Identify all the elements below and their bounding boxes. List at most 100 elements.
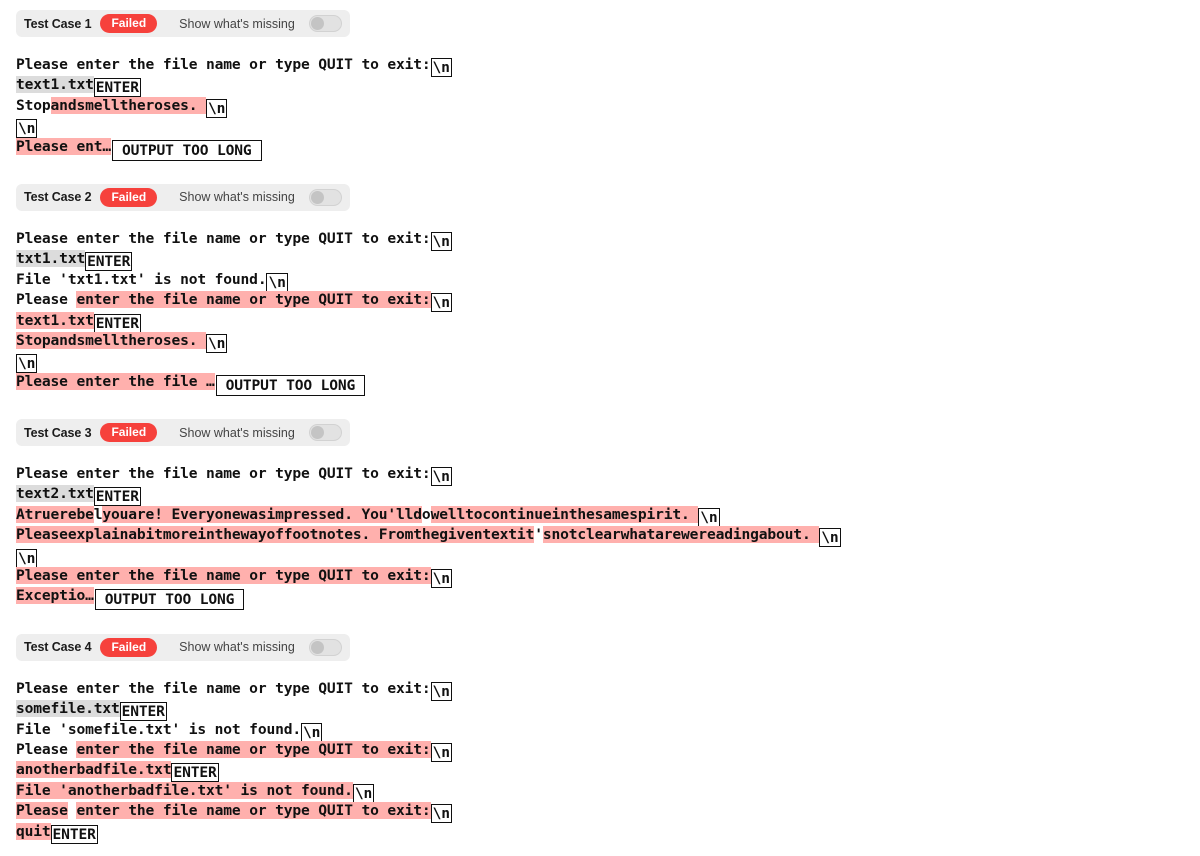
- console-output: Please enter the file name or type QUIT …: [16, 464, 1200, 611]
- missing-highlight: Please enter the file …: [16, 372, 215, 390]
- output-line: Pleaseexplainabitmoreinthewayoffootnotes…: [16, 525, 1200, 548]
- missing-highlight: enter the file name or: [76, 740, 276, 758]
- output-text: Please enter the file name or type QUIT …: [16, 56, 431, 73]
- missing-highlight: type QUIT to: [275, 291, 388, 309]
- output-line: Please enter the file name or type QUIT …: [16, 740, 1200, 762]
- missing-highlight: anotherbadfile.txt: [16, 761, 172, 779]
- output-text: Please enter the file name or type QUIT …: [16, 679, 431, 697]
- missing-highlight: type QUIT to: [275, 740, 388, 758]
- user-input-text: somefile.txt: [16, 700, 120, 718]
- test-cases-list: Test Case 1 Failed Show what's missing Plea…: [0, 10, 1200, 856]
- missing-highlight: well: [430, 505, 466, 523]
- test-case-title: Test Case 3: [24, 425, 92, 440]
- show-whats-missing-label: Show what's missing: [179, 425, 295, 440]
- test-case-block: Test Case 2 Failed Show what's missing Plea…: [0, 183, 1200, 419]
- newline-token: \n: [16, 119, 38, 139]
- output-line: Stopandsmelltheroses. \n: [16, 331, 1200, 353]
- newline-token: \n: [266, 272, 288, 292]
- output-text: File 'somefile.txt' is not found.: [16, 720, 301, 738]
- newline-token: \n: [430, 569, 452, 589]
- enter-token: ENTER: [85, 252, 133, 272]
- toggle-knob: [310, 426, 324, 440]
- newline-token: \n: [16, 548, 38, 568]
- newline-token: \n: [206, 333, 228, 353]
- output-line: \n: [16, 351, 1200, 374]
- missing-highlight: Pleaseexplainabitmore: [16, 526, 198, 544]
- test-case-block: Test Case 3 Failed Show what's missing Plea…: [0, 419, 1200, 634]
- toggle-knob: [310, 190, 324, 204]
- test-case-title: Test Case 2: [24, 190, 92, 205]
- output-line: File 'txt1.txt' is not found. \n: [16, 270, 1200, 292]
- enter-token: ENTER: [50, 824, 98, 844]
- missing-highlight: andsmelltheroses.: [50, 96, 206, 114]
- show-whats-missing-toggle[interactable]: [308, 424, 342, 442]
- enter-token: ENTER: [93, 313, 141, 333]
- output-too-long-token: OUTPUT TOO LONG: [215, 374, 366, 396]
- newline-token: \n: [16, 354, 38, 374]
- output-line: Please enter the file name or type QUIT …: [16, 290, 1200, 313]
- output-line: File 'anotherbadfile.txt' is not found. \…: [16, 781, 1200, 803]
- output-line: Please ent… OUTPUT TOO LONG: [16, 137, 1200, 161]
- console-output: Please enter the file name or type QUIT …: [16, 55, 1200, 161]
- missing-highlight: snotclearwhatare: [542, 526, 682, 544]
- output-line: Atruerebelyouare! Everyonewasimpressed. …: [16, 505, 1200, 527]
- status-badge: Failed: [100, 187, 158, 207]
- enter-token: ENTER: [93, 78, 141, 98]
- missing-highlight: not found.: [266, 781, 353, 799]
- output-line: File 'somefile.txt' is not found. \n: [16, 720, 1200, 742]
- user-input-missing-highlight: quit: [16, 822, 51, 840]
- output-line: Please enter the file … OUTPUT TOO LONG: [16, 372, 1200, 396]
- output-text: Stop: [16, 96, 51, 114]
- show-whats-missing-toggle[interactable]: [308, 188, 342, 206]
- newline-token: \n: [430, 231, 452, 251]
- test-case-block: Test Case 1 Failed Show what's missing Plea…: [0, 10, 1200, 184]
- output-too-long-token: OUTPUT TOO LONG: [112, 139, 262, 161]
- missing-highlight: Please enter: [16, 567, 129, 585]
- newline-token: \n: [206, 98, 228, 118]
- user-input-text: txt1.txt: [16, 250, 86, 268]
- output-line: text1.txt ENTER: [16, 311, 1200, 333]
- missing-highlight: Please ent…: [16, 137, 111, 155]
- enter-token: ENTER: [171, 763, 219, 783]
- output-text: Please: [16, 740, 77, 758]
- test-case-header: Test Case 2 Failed Show what's missing: [16, 183, 350, 211]
- missing-highlight: exit:: [387, 291, 431, 309]
- output-line: \n: [16, 116, 1200, 139]
- test-case-block: Test Case 4 Failed Show what's missing Plea…: [0, 633, 1200, 856]
- user-input-text: text2.txt: [16, 485, 94, 503]
- output-line: somefile.txt ENTER: [16, 699, 1200, 722]
- show-whats-missing-toggle[interactable]: [308, 638, 342, 656]
- status-badge: Failed: [100, 637, 158, 657]
- test-case-header: Test Case 3 Failed Show what's missing: [16, 419, 350, 447]
- show-whats-missing-toggle[interactable]: [308, 15, 342, 32]
- missing-highlight: Atruerebe: [16, 505, 94, 523]
- output-line: text1.txt ENTER: [16, 75, 1200, 98]
- test-case-header: Test Case 1 Failed Show what's missing: [16, 10, 350, 37]
- output-line: quit ENTER: [16, 822, 1200, 844]
- show-whats-missing-label: Show what's missing: [179, 16, 295, 31]
- output-text: File 'txt1.txt' is not found.: [16, 270, 267, 288]
- output-line: Please enter the file name or type QUIT …: [16, 464, 1200, 487]
- output-line: text2.txt ENTER: [16, 484, 1200, 507]
- missing-highlight: tocontinueinthesamespirit.: [465, 505, 699, 523]
- missing-highlight: enter the file name or type QUIT to exit…: [76, 802, 431, 820]
- missing-highlight: Stopandsmelltheroses.: [16, 331, 206, 349]
- enter-token: ENTER: [93, 487, 141, 507]
- newline-token: \n: [430, 58, 452, 77]
- output-text: Please enter the file name or type QUIT …: [16, 465, 431, 483]
- missing-highlight: youare! Everyonewasimpressed. You'lld: [102, 505, 422, 523]
- output-line: txt1.txt ENTER: [16, 249, 1200, 272]
- missing-highlight: Exceptio…: [16, 587, 94, 605]
- newline-token: \n: [301, 722, 323, 742]
- toggle-knob: [310, 17, 324, 30]
- missing-highlight: Fromthegiventextit: [378, 526, 535, 544]
- newline-token: \n: [430, 681, 452, 701]
- output-text: o: [421, 505, 431, 523]
- test-case-title: Test Case 1: [24, 16, 92, 31]
- newline-token: \n: [819, 528, 841, 548]
- status-badge: Failed: [100, 14, 158, 33]
